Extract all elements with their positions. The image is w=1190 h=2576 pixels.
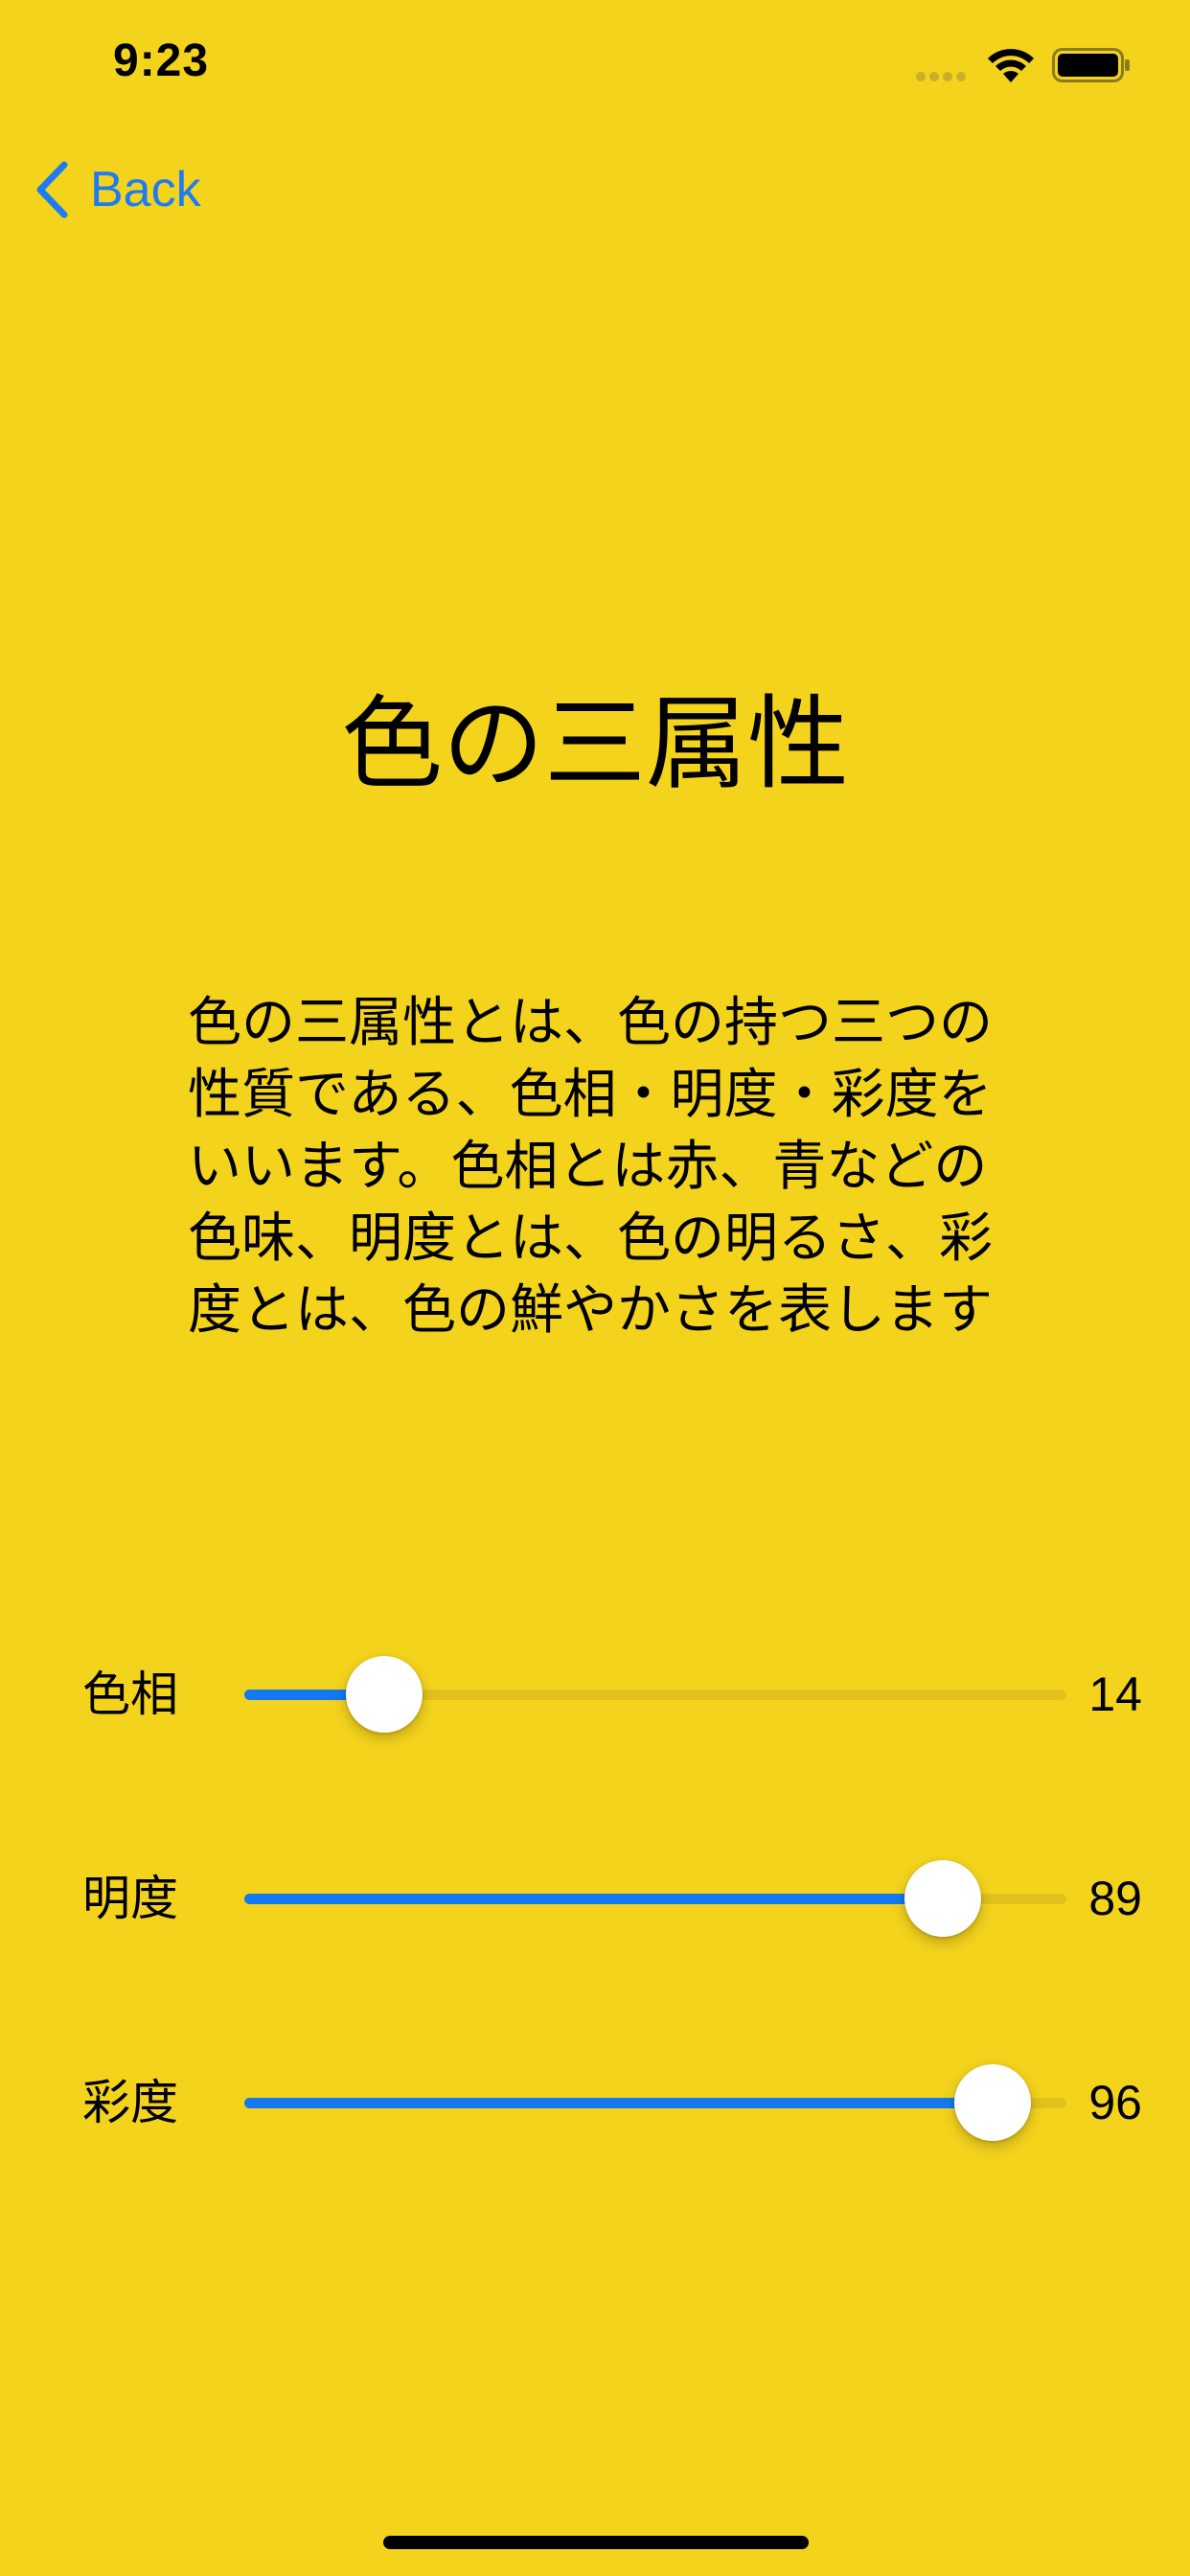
hue-slider-row: 色相 14 [0, 1646, 1190, 1742]
brightness-slider-fill [244, 1894, 944, 1904]
saturation-slider[interactable] [244, 2064, 1066, 2141]
back-label: Back [90, 162, 201, 218]
brightness-slider-thumb[interactable] [904, 1860, 982, 1937]
saturation-value: 96 [1088, 2076, 1142, 2129]
hue-slider[interactable] [244, 1656, 1066, 1733]
saturation-label: 彩度 [82, 2075, 178, 2130]
hue-label: 色相 [82, 1667, 178, 1722]
saturation-slider-row: 彩度 96 [0, 2055, 1190, 2150]
battery-icon [1052, 48, 1130, 82]
chevron-left-icon [36, 161, 68, 218]
status-bar: 9:23 [0, 0, 1190, 134]
hue-value: 14 [1088, 1668, 1142, 1721]
home-indicator [383, 2536, 809, 2549]
wifi-icon [988, 49, 1034, 82]
saturation-slider-fill [244, 2098, 993, 2108]
hue-slider-thumb[interactable] [345, 1656, 423, 1733]
cellular-signal-icon [916, 72, 966, 81]
saturation-slider-thumb[interactable] [953, 2064, 1031, 2141]
description-text: 色の三属性とは、色の持つ三つの性質である、色相・明度・彩度をいいます。色相とは赤… [188, 992, 993, 1342]
brightness-label: 明度 [82, 1871, 178, 1926]
brightness-value: 89 [1088, 1872, 1142, 1925]
back-button[interactable]: Back [34, 153, 201, 226]
brightness-slider[interactable] [244, 1860, 1066, 1937]
brightness-slider-row: 明度 89 [0, 1851, 1190, 1946]
status-time: 9:23 [113, 35, 210, 86]
page-title: 色の三属性 [341, 685, 849, 803]
